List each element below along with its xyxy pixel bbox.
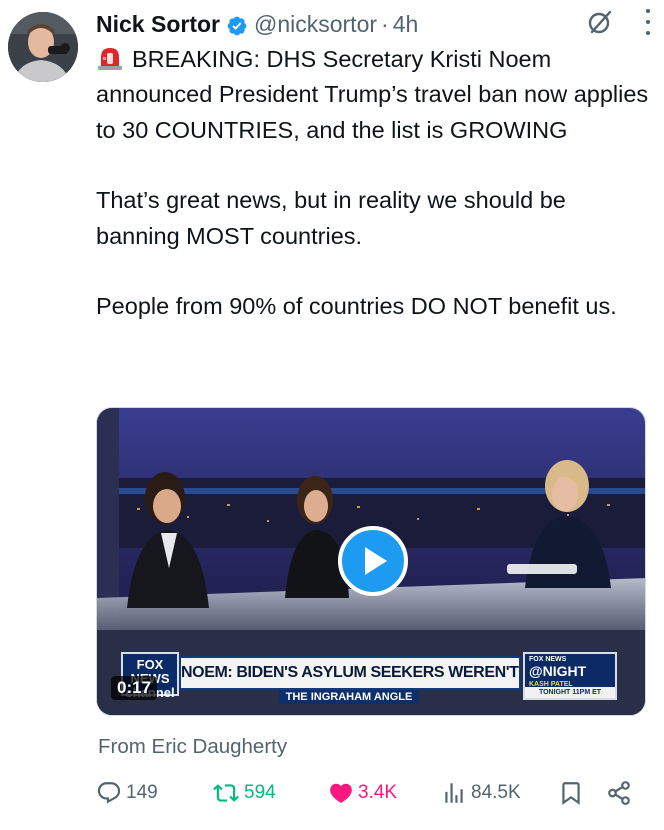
like-count: 3.4K <box>358 782 398 803</box>
like-button[interactable]: 3.4K <box>328 780 397 806</box>
separator: · <box>381 11 389 37</box>
header-actions <box>586 8 652 36</box>
video-duration: 0:17 <box>111 676 158 700</box>
retweet-icon <box>213 784 239 802</box>
reply-icon <box>97 782 121 804</box>
video-player[interactable]: FOX NEWS channel NOEM: BIDEN'S ASYLUM SE… <box>96 407 646 716</box>
author-handle[interactable]: @nicksortor <box>254 8 377 40</box>
tweet-header: Nick Sortor @nicksortor · 4h <box>96 8 652 40</box>
chyron-upnext: FOX NEWS @NIGHT KASH PATEL TONIGHT 11PM … <box>523 652 617 700</box>
share-button[interactable] <box>606 780 632 806</box>
media-attribution[interactable]: From Eric Daugherty <box>98 734 287 760</box>
upnext-network: FOX NEWS <box>529 656 567 663</box>
play-button[interactable] <box>338 526 408 596</box>
reply-count: 149 <box>126 782 158 803</box>
tweet[interactable]: Nick Sortor @nicksortor · 4h BREAKING: D… <box>0 0 664 830</box>
tweet-paragraph-1: BREAKING: DHS Secretary Kristi Noem anno… <box>96 42 651 148</box>
reply-button[interactable]: 149 <box>96 780 158 806</box>
verified-badge-icon <box>226 13 248 36</box>
play-icon <box>365 547 387 575</box>
views-button[interactable]: 84.5K <box>441 780 521 806</box>
chyron-headline: NOEM: BIDEN'S ASYLUM SEEKERS WEREN'T VET… <box>179 656 521 690</box>
heart-icon <box>330 783 352 803</box>
views-count: 84.5K <box>471 782 521 803</box>
more-icon[interactable] <box>644 9 652 35</box>
views-icon <box>445 783 463 803</box>
upnext-brand: @NIGHT <box>529 663 587 679</box>
share-icon <box>608 781 630 805</box>
show-name: THE INGRAHAM ANGLE <box>279 690 419 704</box>
upnext-slot: TONIGHT 11PM ET <box>525 687 615 698</box>
bookmark-icon <box>562 782 580 805</box>
grok-icon[interactable] <box>586 8 614 36</box>
action-bar: 149 594 3.4K 84.5K <box>96 776 636 810</box>
author-name[interactable]: Nick Sortor <box>96 8 220 40</box>
timestamp[interactable]: 4h <box>393 8 419 40</box>
avatar[interactable] <box>8 12 78 82</box>
retweet-count: 594 <box>244 782 276 803</box>
tweet-paragraph-3: People from 90% of countries DO NOT bene… <box>96 293 617 320</box>
tweet-paragraph-2: That’s great news, but in reality we sho… <box>96 187 566 249</box>
retweet-button[interactable]: 594 <box>212 780 276 806</box>
tweet-text: BREAKING: DHS Secretary Kristi Noem anno… <box>96 42 651 324</box>
siren-emoji-icon <box>96 45 124 71</box>
bookmark-button[interactable] <box>558 780 584 806</box>
tweet-paragraph-1-text: BREAKING: DHS Secretary Kristi Noem anno… <box>96 46 649 143</box>
